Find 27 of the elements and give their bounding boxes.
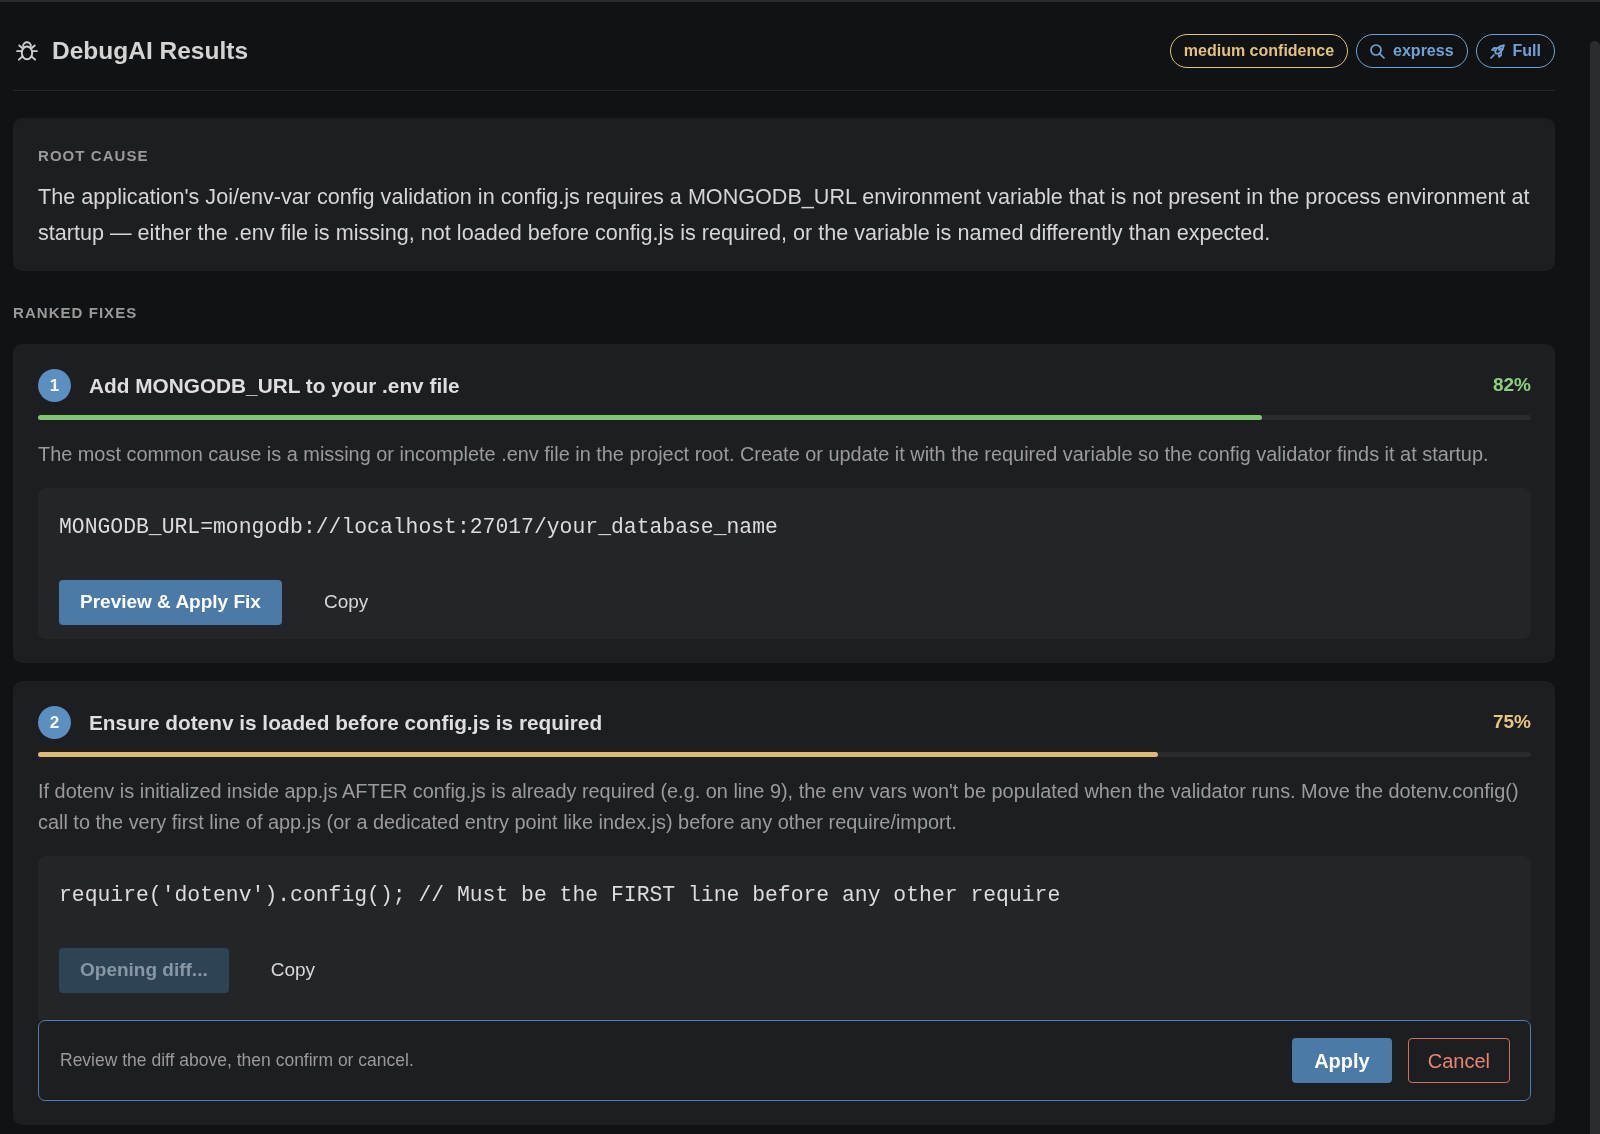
section-label: ROOT CAUSE: [38, 147, 150, 165]
confidence-percent: 82%: [1492, 373, 1531, 398]
fix-description: The most common cause is a missing or incomplete .env file in the project root. Create or update it with the required variable so the config validator finds it at startup.: [38, 442, 1490, 467]
section-label: RANKED FIXES: [13, 304, 139, 322]
code-snippet: require('dotenv').config(); // Must be the FIRST line before any other require: [59, 882, 1062, 909]
app-title: DebugAI Results: [52, 35, 249, 66]
confidence-label: medium confidence: [1183, 41, 1335, 61]
confirm-message: Review the diff above, then confirm or cancel.: [60, 1049, 415, 1073]
rank-number: 1: [38, 369, 71, 402]
fix-title: Add MONGODB_URL to your .env file: [89, 372, 461, 399]
fix-description: If dotenv is initialized inside app.js AFTER config.js is already required (e.g. on line 9), the env vars won't be populated when the validator runs. Move the dotenv.config() call to the very first line of app.js (or a dedicated entry point like index.js) before any other require/import.: [38, 779, 1520, 835]
mode-label: Full: [1512, 41, 1541, 61]
rocket-icon: [1489, 43, 1505, 59]
framework-label: express: [1393, 41, 1454, 61]
confidence-percent: 75%: [1492, 710, 1531, 735]
scrollbar[interactable]: [1590, 41, 1600, 1134]
bug-icon: [16, 39, 38, 63]
copy-button[interactable]: Copy: [260, 948, 326, 993]
root-cause-text: The application's Joi/env-var config validation in config.js requires a MONGODB_URL environment variable that is not present in the process environment at startup — either the .env file is missing, not loaded before config.js is required, or the variable is named differently than expected.: [38, 183, 1530, 247]
rank-number: 2: [38, 706, 71, 739]
fix-title: Ensure dotenv is loaded before config.js is required: [89, 709, 604, 736]
apply-button[interactable]: Apply: [1292, 1038, 1392, 1083]
cancel-button[interactable]: Cancel: [1407, 1038, 1510, 1083]
copy-button[interactable]: Copy: [313, 580, 379, 625]
code-snippet: MONGODB_URL=mongodb://localhost:27017/your_database_name: [59, 514, 779, 541]
apply-fix-button[interactable]: Preview & Apply Fix: [59, 580, 282, 625]
search-icon: [1370, 43, 1386, 59]
